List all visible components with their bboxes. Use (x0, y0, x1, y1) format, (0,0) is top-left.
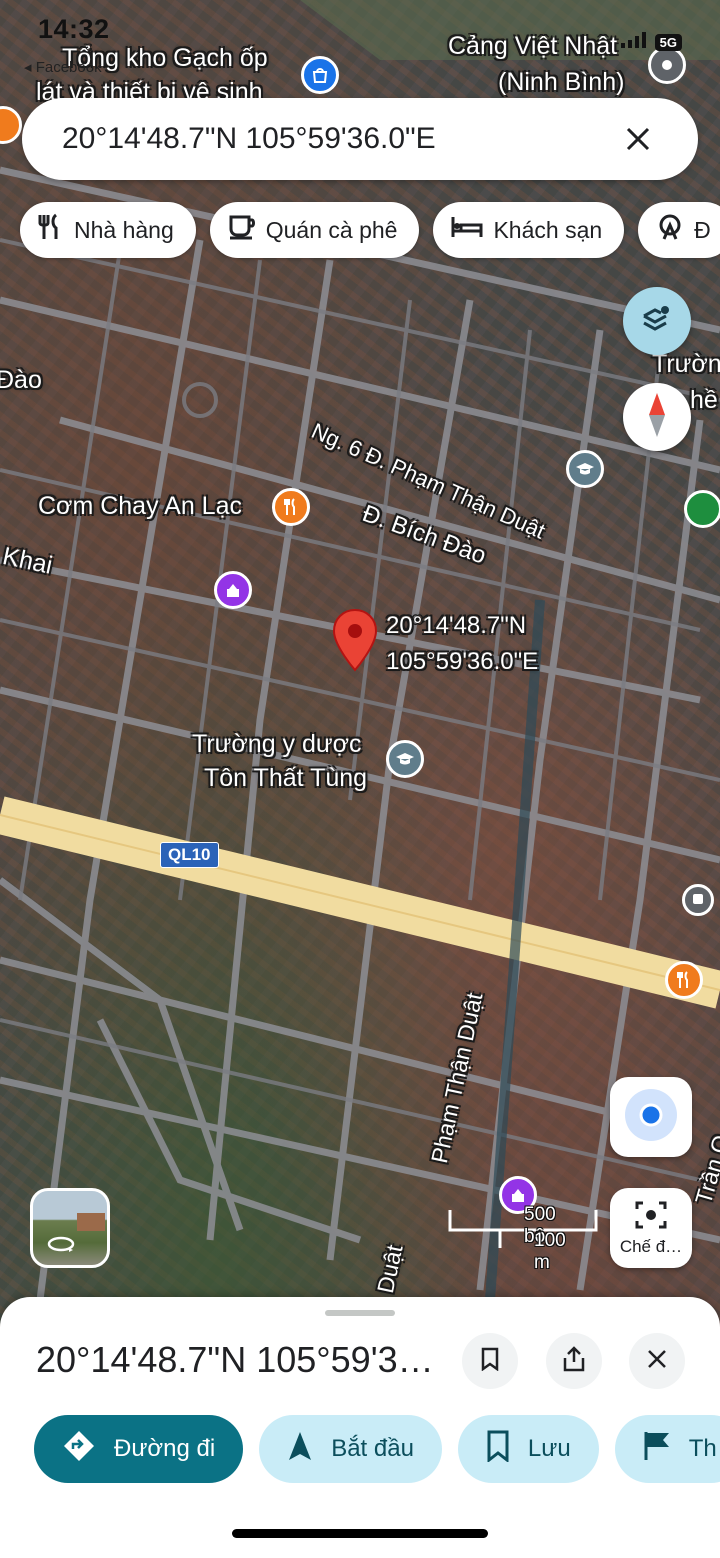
chip-hotels[interactable]: Khách sạn (433, 202, 625, 258)
layers-icon (641, 304, 673, 339)
search-bar[interactable]: 20°14'48.7"N 105°59'36.0"E (22, 98, 698, 180)
label-button[interactable]: Th (614, 1415, 720, 1483)
directions-button[interactable]: Đường đi (34, 1415, 244, 1483)
shopping-bag-icon[interactable] (301, 56, 339, 94)
my-location-button[interactable] (610, 1077, 692, 1157)
category-chips: Nhà hàng Quán cà phê Khách sạn Đ (20, 202, 720, 258)
bus-stop-icon[interactable] (682, 884, 714, 916)
sheet-grabber[interactable] (325, 1310, 395, 1316)
pin-coordinate-lng: 105°59'36.0"E (386, 648, 539, 675)
rotate-360-icon (47, 1235, 75, 1258)
back-to-app[interactable]: ◂ Facebook (24, 58, 102, 76)
share-round-button[interactable] (546, 1333, 602, 1389)
place-sheet[interactable]: 20°14'48.7"N 105°59'3… Đường đi Bắt đầu (0, 1297, 720, 1558)
graduation-cap-icon[interactable] (566, 450, 604, 488)
map-label-restaurant[interactable]: Cơm Chay An Lạc (38, 492, 242, 521)
temple-icon[interactable] (214, 571, 252, 609)
save-button[interactable]: Lưu (457, 1415, 599, 1483)
pin-coordinate-lat: 20°14'48.7"N (386, 612, 527, 639)
share-icon (563, 1345, 585, 1377)
coffee-cup-icon (228, 214, 256, 246)
camera-icon (635, 1200, 667, 1235)
chip-label: Đ (694, 216, 711, 243)
close-sheet-button[interactable] (629, 1333, 685, 1389)
layers-button[interactable] (623, 287, 691, 355)
compass-icon (647, 392, 667, 443)
status-time: 14:32 (38, 14, 110, 44)
map-label-medical-school-line2: Tôn Thất Tùng (204, 764, 368, 792)
graduation-cap-icon[interactable] (386, 740, 424, 778)
signal-icon (620, 32, 647, 53)
street-view-thumbnail[interactable] (30, 1188, 110, 1268)
action-buttons: Đường đi Bắt đầu Lưu Th (34, 1415, 720, 1483)
scale-metric: 100 m (534, 1230, 566, 1273)
map-label-dao: Đào (0, 366, 42, 394)
chip-coffee[interactable]: Quán cà phê (209, 202, 420, 258)
close-icon[interactable] (618, 119, 658, 159)
street-view-house (77, 1213, 105, 1231)
lens-mode-button[interactable]: Chế đ… (610, 1188, 692, 1268)
sheet-title: 20°14'48.7"N 105°59'3… (36, 1339, 434, 1380)
chip-attractions[interactable]: Đ (638, 202, 720, 258)
park-icon[interactable] (684, 490, 720, 528)
map-label-medical-school[interactable]: Trường y dược (192, 730, 362, 759)
lens-label: Chế đ… (619, 1236, 683, 1256)
dropped-pin-marker[interactable] (332, 608, 378, 672)
flag-icon (643, 1430, 671, 1469)
save-round-button[interactable] (462, 1333, 518, 1389)
chip-restaurants[interactable]: Nhà hàng (20, 202, 196, 258)
status-bar: 14:32 ◂ Facebook 5G (0, 0, 720, 76)
chip-label: Quán cà phê (265, 216, 398, 243)
start-button[interactable]: Bắt đầu (259, 1415, 442, 1483)
directions-label: Đường đi (114, 1435, 216, 1462)
location-dot-icon (623, 1087, 679, 1148)
save-label: Lưu (527, 1435, 571, 1462)
navigation-arrow-icon (287, 1430, 313, 1469)
bed-icon (451, 215, 483, 245)
attraction-icon (656, 213, 684, 247)
home-indicator[interactable] (232, 1529, 488, 1538)
map-label-port-line2: (Ninh Bình) (498, 68, 625, 96)
bookmark-icon (480, 1347, 500, 1376)
network-badge: 5G (654, 34, 682, 51)
back-app-label: Facebook (35, 59, 102, 76)
chip-label: Nhà hàng (74, 216, 174, 243)
fork-knife-pin-icon[interactable] (272, 488, 310, 526)
fork-knife-icon (38, 213, 64, 247)
search-query[interactable]: 20°14'48.7"N 105°59'36.0"E (62, 122, 618, 156)
fork-knife-pin-icon[interactable] (665, 961, 703, 999)
map-label-school-right-line2: hề (690, 386, 718, 414)
directions-icon (62, 1429, 96, 1470)
start-label: Bắt đầu (331, 1435, 414, 1462)
chip-label: Khách sạn (493, 216, 603, 243)
label-button-text: Th (688, 1435, 717, 1462)
status-icons: 5G (620, 32, 682, 53)
bookmark-icon (486, 1430, 510, 1469)
highway-shield-ql10: QL10 (160, 842, 219, 868)
compass-button[interactable] (623, 383, 691, 451)
close-icon (647, 1349, 667, 1374)
